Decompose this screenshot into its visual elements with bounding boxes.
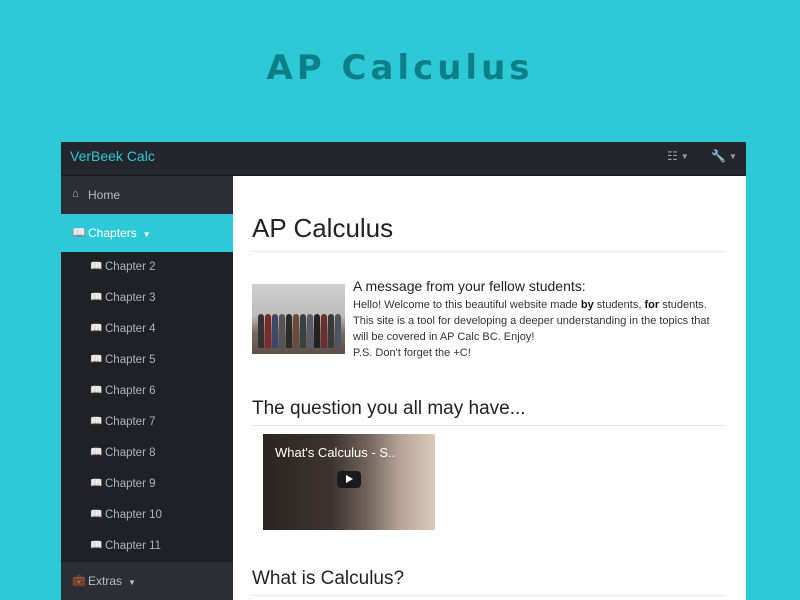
chapters-submenu: 📖 Chapter 2 📖 Chapter 3 📖 Chapter 4 📖 Chapte… [61,252,233,562]
book-icon: 📖 [90,478,103,489]
book-icon: 📖 [90,385,103,396]
briefcase-icon: 💼 [72,575,86,587]
sidebar-item-chapters[interactable]: 📖 Chapters ▼ [61,214,233,252]
sidebar-item-chapter-10[interactable]: 📖 Chapter 10 [61,500,233,531]
book-icon: 📖 [90,323,103,334]
book-icon: 📖 [90,261,103,272]
chevron-down-icon: ▼ [728,152,737,162]
message-emphasis: for [644,299,660,311]
sidebar-item-label: Chapter 9 [105,478,156,490]
divider [252,251,725,252]
extras-label: Extras [88,574,123,588]
message-text: students, [593,299,645,311]
browser-frame: VerBeek Calc ☷ ▼ 🔧 ▼ ⌂ Home 📖 Chapters ▼ 📖 C… [61,142,746,600]
sidebar-item-home[interactable]: ⌂ Home [61,176,233,214]
home-icon: ⌂ [72,188,79,200]
sidebar-item-label: Chapter 3 [105,292,156,304]
sidebar-item-label: Chapter 4 [105,323,156,335]
students-photo [252,284,345,354]
message-text: P.S. Don't forget the +C! [353,347,471,359]
wrench-icon: 🔧 [711,149,726,163]
sidebar-item-chapter-11[interactable]: 📖 Chapter 11 [61,531,233,562]
message-text: Hello! Welcome to this beautiful website… [353,299,581,311]
video-embed[interactable]: What's Calculus - S.. [263,434,435,530]
page-title: AP Calculus [252,213,394,243]
book-icon: 📖 [90,354,103,365]
sidebar-item-chapter-3[interactable]: 📖 Chapter 3 [61,283,233,314]
sitemap-icon: ☷ [667,149,678,163]
sidebar-item-label: Extras ▼ [88,574,136,588]
message-text: This site is a tool for developing a dee… [353,315,710,343]
brand-link[interactable]: VerBeek Calc [70,148,155,164]
video-title[interactable]: What's Calculus - S.. [275,445,395,460]
sidebar-item-extras[interactable]: 💼 Extras ▼ [61,562,233,600]
sidebar-item-chapter-4[interactable]: 📖 Chapter 4 [61,314,233,345]
play-icon[interactable] [337,471,361,488]
sidebar-item-label: Chapter 10 [105,509,162,521]
book-icon: 📖 [90,416,103,427]
divider [252,425,725,426]
chevron-down-icon: ▼ [680,152,689,162]
divider [252,595,725,596]
sidebar-item-label: Chapter 7 [105,416,156,428]
message-text: students. [659,299,707,311]
sidebar-item-chapter-6[interactable]: 📖 Chapter 6 [61,376,233,407]
chapters-label: Chapters [88,226,137,240]
message-body: Hello! Welcome to this beautiful website… [353,297,725,361]
chevron-down-icon: ▼ [128,578,136,587]
sidebar-item-chapter-5[interactable]: 📖 Chapter 5 [61,345,233,376]
sidebar-item-label: Chapter 8 [105,447,156,459]
book-icon: 📖 [72,227,86,239]
top-navbar: VerBeek Calc ☷ ▼ 🔧 ▼ [61,142,746,176]
sidebar-item-label: Chapter 11 [105,540,162,552]
sidebar-item-label: Chapter 5 [105,354,156,366]
sidebar-item-label: Chapter 6 [105,385,156,397]
question-heading: The question you all may have... [252,398,526,419]
sidebar-item-label: Chapter 2 [105,261,156,273]
sidebar-item-label: Home [88,188,121,202]
chevron-down-icon: ▼ [142,230,151,239]
book-icon: 📖 [90,447,103,458]
sidebar-item-chapter-2[interactable]: 📖 Chapter 2 [61,252,233,283]
sidebar: ⌂ Home 📖 Chapters ▼ 📖 Chapter 2 📖 Chapter 3… [61,176,233,600]
message-emphasis: by [580,299,594,311]
message-title: A message from your fellow students: [353,278,586,294]
book-icon: 📖 [90,292,103,303]
book-icon: 📖 [90,540,103,551]
sidebar-item-chapter-7[interactable]: 📖 Chapter 7 [61,407,233,438]
book-icon: 📖 [90,509,103,520]
banner-title: AP Calculus [266,48,534,88]
what-heading: What is Calculus? [252,568,405,589]
sidebar-item-chapter-9[interactable]: 📖 Chapter 9 [61,469,233,500]
sitemap-dropdown[interactable]: ☷ ▼ [667,149,689,163]
sidebar-item-label: Chapters ▼ [88,226,151,240]
settings-dropdown[interactable]: 🔧 ▼ [711,149,737,163]
main-content: AP Calculus A message from your fellow s… [233,176,746,600]
sidebar-item-chapter-8[interactable]: 📖 Chapter 8 [61,438,233,469]
